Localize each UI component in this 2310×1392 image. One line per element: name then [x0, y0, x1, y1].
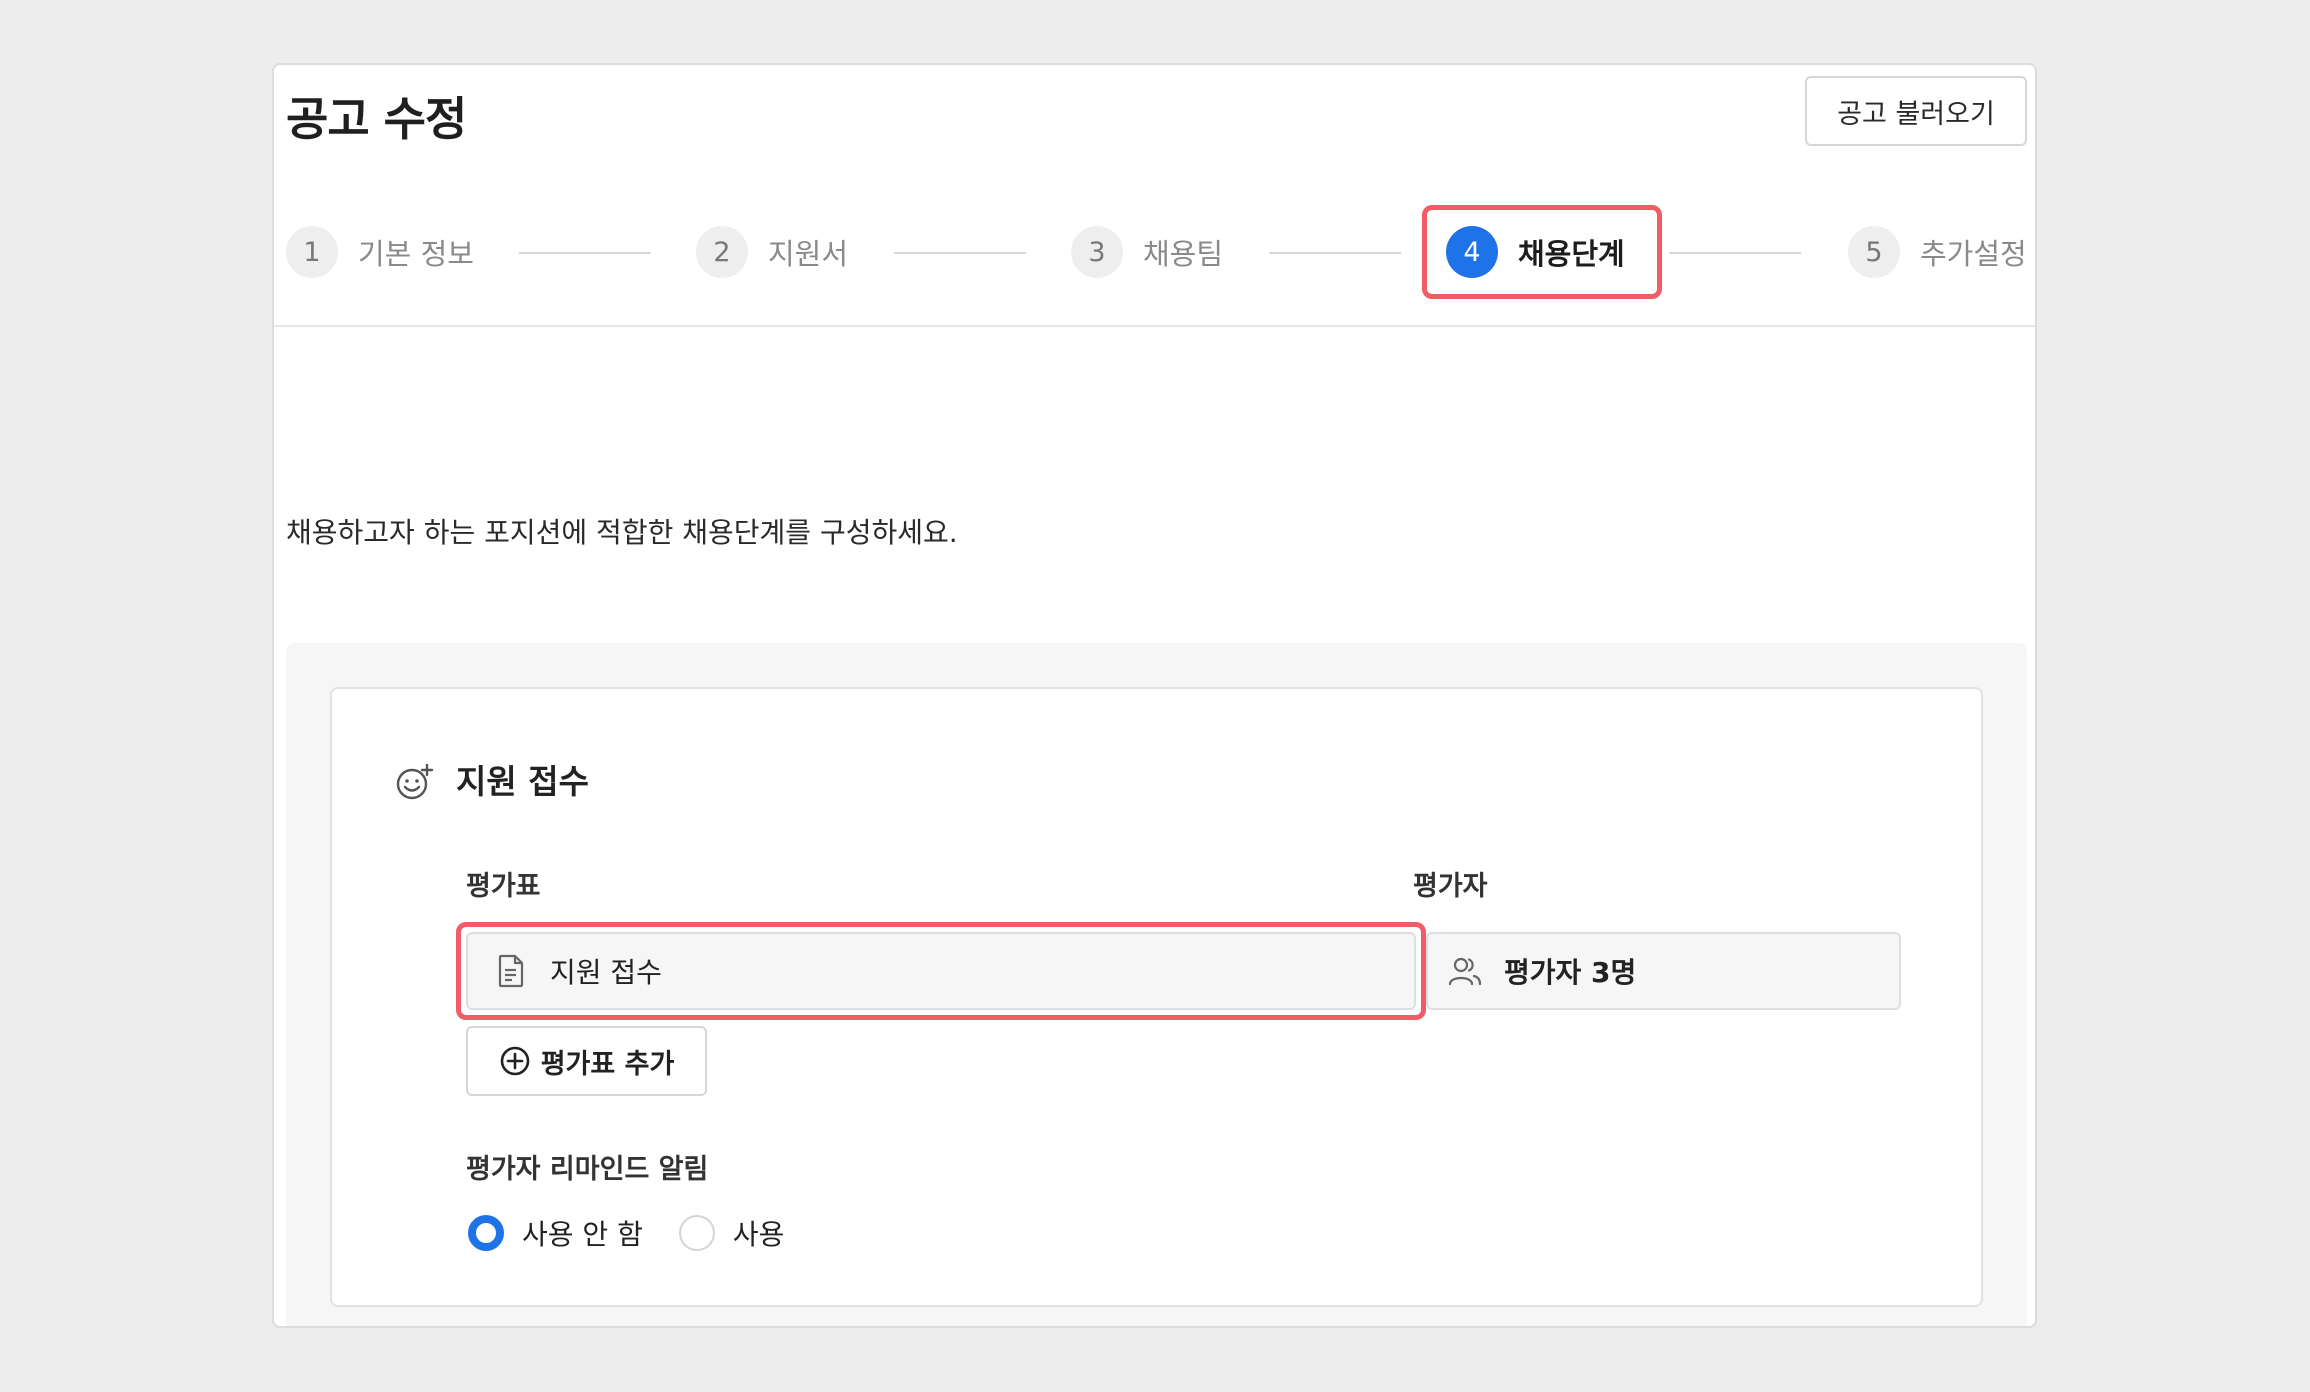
step-progress: 1 기본 정보 2 지원서 3 채용팀 4 채용단계 5 추가설정 [274, 202, 2035, 302]
remind-on-radio[interactable]: 사용 [678, 1213, 785, 1253]
step-number: 1 [286, 226, 338, 278]
step-number: 2 [696, 226, 748, 278]
editor-header: 공고 수정 공고 불러오기 1 기본 정보 2 지원서 3 채용팀 4 채용단계 [274, 65, 2035, 327]
plus-circle-icon [500, 1046, 529, 1076]
stage-title: 지원 접수 [456, 762, 589, 801]
step-connector [894, 252, 1026, 254]
page-title: 공고 수정 [286, 92, 467, 146]
step-application-form[interactable]: 2 지원서 [696, 202, 848, 302]
step-label: 지원서 [768, 237, 849, 271]
evaluation-sheet-value: 지원 접수 [550, 956, 662, 989]
add-evaluation-sheet-button[interactable]: 평가표 추가 [466, 1026, 707, 1096]
evaluation-sheet-label: 평가표 [466, 871, 541, 902]
job-posting-editor: 공고 수정 공고 불러오기 1 기본 정보 2 지원서 3 채용팀 4 채용단계 [272, 63, 2037, 1328]
stage-card: 지원 접수 평가표 평가자 지원 접수 평가자 3명 평가표 추가 평가자 리마… [330, 687, 1983, 1307]
radio-indicator [678, 1215, 715, 1251]
step-hiring-stages[interactable]: 4 채용단계 [1446, 202, 1625, 302]
add-evaluation-sheet-label: 평가표 추가 [540, 1048, 675, 1080]
remind-off-radio[interactable]: 사용 안 함 [468, 1213, 643, 1253]
document-icon [498, 954, 524, 988]
radio-indicator [468, 1215, 504, 1251]
step-label: 기본 정보 [358, 237, 474, 271]
step-label: 채용단계 [1518, 237, 1625, 271]
step-connector [1269, 252, 1401, 254]
stage-description: 채용하고자 하는 포지션에 적합한 채용단계를 구성하세요. [286, 516, 958, 549]
users-icon [1448, 957, 1482, 986]
step-number: 3 [1071, 226, 1123, 278]
radio-label: 사용 안 함 [522, 1218, 643, 1251]
evaluator-count: 평가자 3명 [1504, 956, 1637, 989]
import-posting-button[interactable]: 공고 불러오기 [1805, 76, 2027, 146]
stage-list: 지원 접수 평가표 평가자 지원 접수 평가자 3명 평가표 추가 평가자 리마… [286, 643, 2027, 1326]
step-basic-info[interactable]: 1 기본 정보 [286, 202, 474, 302]
step-label: 채용팀 [1143, 237, 1224, 271]
step-label: 추가설정 [1920, 237, 2027, 271]
radio-label: 사용 [732, 1218, 785, 1251]
step-connector [1669, 252, 1801, 254]
evaluator-remind-label: 평가자 리마인드 알림 [466, 1154, 709, 1185]
step-additional-settings[interactable]: 5 추가설정 [1848, 202, 2027, 302]
remind-radio-group: 사용 안 함 사용 [468, 1213, 820, 1253]
evaluator-label: 평가자 [1413, 871, 1488, 902]
evaluator-field[interactable]: 평가자 3명 [1426, 932, 1901, 1010]
step-number: 4 [1446, 226, 1498, 278]
step-connector [519, 252, 651, 254]
step-hiring-team[interactable]: 3 채용팀 [1071, 202, 1223, 302]
smile-plus-icon [396, 763, 434, 800]
step-number: 5 [1848, 226, 1900, 278]
evaluation-sheet-field[interactable]: 지원 접수 [466, 932, 1416, 1010]
